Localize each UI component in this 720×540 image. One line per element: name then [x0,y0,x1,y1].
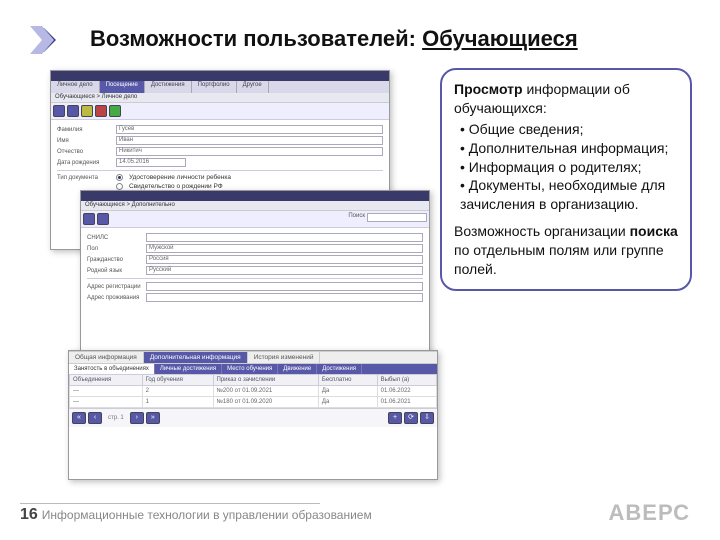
col-header[interactable]: Выбыл (а) [377,375,436,386]
callout-box: Просмотр информации об обучающихся: Общи… [440,68,692,291]
bullet: Дополнительная информация; [460,139,678,158]
save-button[interactable] [83,213,95,225]
inner-tabs: Занятость в объединениях Личные достижен… [69,364,437,374]
edit-button[interactable] [81,105,93,117]
refresh-button[interactable]: ⟳ [404,412,418,424]
radio-identity[interactable] [116,174,123,181]
label: Имя [57,138,112,144]
reg-address-input[interactable] [146,282,423,291]
name-input[interactable]: Иван [116,136,383,145]
add-button[interactable] [109,105,121,117]
inner-tab[interactable]: Движение [278,364,317,374]
surname-input[interactable]: Гусев [116,125,383,134]
table-row[interactable]: —1№180 от 01.09.2020Да01.06.2021 [70,397,437,408]
titlebar [81,191,429,201]
label: Адрес регистрации [87,284,142,290]
label: Пол [87,246,142,252]
window-enrollment: Общая информация Дополнительная информац… [68,350,438,480]
tab[interactable]: Портфолио [192,81,237,93]
export-button[interactable]: ⇩ [420,412,434,424]
inner-tab[interactable]: Место обучения [222,364,278,374]
table-row[interactable]: —2№200 от 01.09.2021Да01.06.2022 [70,386,437,397]
tab[interactable]: Другое [237,81,269,93]
snils-input[interactable] [146,233,423,242]
language-input[interactable]: Русский [146,266,423,275]
label: Дата рождения [57,160,112,166]
bullet: Общие сведения; [460,120,678,139]
label: Фамилия [57,127,112,133]
section-tabs: Общая информация Дополнительная информац… [69,351,437,364]
screenshot-stack: Личное дело Посещение Достижения Портфол… [50,70,450,460]
bullet: Информация о родителях; [460,158,678,177]
label: Отчество [57,149,112,155]
enrollment-table: Объединения Год обучения Приказ о зачисл… [69,374,437,408]
label: Тип документа [57,175,112,181]
next-page-button[interactable]: › [130,412,144,424]
window-student-extra: Обучающиеся > Дополнительно Поиск СНИЛС … [80,190,430,360]
prev-page-button[interactable]: ‹ [88,412,102,424]
tab[interactable]: Личное дело [51,81,100,93]
sex-input[interactable]: Мужской [146,244,423,253]
page-title: Возможности пользователей: Обучающиеся [90,26,578,52]
col-header[interactable]: Приказ о зачислении [213,375,318,386]
col-header[interactable]: Объединения [70,375,143,386]
label: Адрес проживания [87,295,142,301]
first-page-button[interactable]: « [72,412,86,424]
tab[interactable]: Достижения [145,81,192,93]
label: Родной язык [87,268,142,274]
print-button[interactable] [67,105,79,117]
breadcrumb: Обучающиеся > Дополнительно [81,201,429,211]
citizenship-input[interactable]: Россия [146,255,423,264]
dob-input[interactable]: 14.05.2016 [116,158,186,167]
breadcrumb: Обучающиеся > Личное дело [51,93,389,103]
fact-address-input[interactable] [146,293,423,302]
radio-label: Удостоверение личности ребенка [129,174,231,181]
label: Гражданство [87,257,142,263]
label: СНИЛС [87,235,142,241]
delete-button[interactable] [95,105,107,117]
subtab[interactable]: История изменений [248,352,321,363]
brand-logo: АВЕРС [609,500,690,526]
inner-tab[interactable]: Занятость в объединениях [69,364,155,374]
search-input[interactable] [367,213,427,222]
tab[interactable]: Посещение [100,81,145,93]
page-number: 16 [20,506,38,523]
main-tabs: Личное дело Посещение Достижения Портфол… [51,81,389,93]
save-button[interactable] [53,105,65,117]
toolbar [51,103,389,120]
subtab[interactable]: Общая информация [69,352,144,363]
add-button[interactable]: + [388,412,402,424]
radio-label: Свидетельство о рождении РФ [129,183,223,190]
toolbar: Поиск [81,211,429,228]
footer: 16Информационные технологии в управлении… [20,503,372,524]
last-page-button[interactable]: » [146,412,160,424]
patronymic-input[interactable]: Никитич [116,147,383,156]
page-info: стр. 1 [108,415,124,421]
col-header[interactable]: Бесплатно [318,375,377,386]
inner-tab[interactable]: Личные достижения [155,364,222,374]
label: Поиск [348,213,365,225]
radio-birthcert[interactable] [116,183,123,190]
print-button[interactable] [97,213,109,225]
titlebar [51,71,389,81]
bullet: Документы, необходимые для зачисления в … [460,176,678,214]
subtab[interactable]: Дополнительная информация [144,352,248,363]
chevron-icon [28,24,60,56]
col-header[interactable]: Год обучения [142,375,213,386]
pager: « ‹ стр. 1 › » + ⟳ ⇩ [69,408,437,427]
inner-tab[interactable]: Достижения [317,364,362,374]
